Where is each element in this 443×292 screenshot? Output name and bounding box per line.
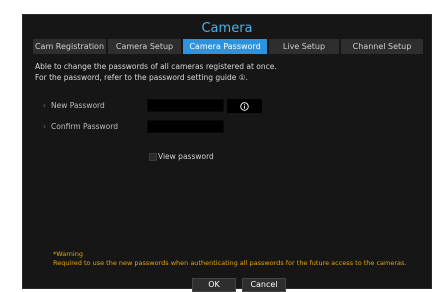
tab-camera-setup[interactable]: Camera Setup	[108, 39, 181, 54]
new-password-row-label: › New Password	[43, 101, 105, 110]
password-guide-button[interactable]	[227, 99, 262, 113]
cancel-button[interactable]: Cancel	[242, 278, 286, 292]
info-icon	[240, 101, 249, 111]
view-password-checkbox[interactable]	[149, 153, 157, 161]
warning-text: Required to use the new passwords when a…	[53, 259, 407, 267]
dialog-title: Camera	[201, 21, 253, 36]
warning-block: *Warning Required to use the new passwor…	[53, 250, 423, 268]
tab-cam-registration[interactable]: Cam Registration	[33, 39, 106, 54]
confirm-password-label: Confirm Password	[51, 122, 118, 131]
bullet-icon: ›	[43, 122, 46, 131]
tab-channel-setup[interactable]: Channel Setup	[341, 39, 423, 54]
warning-title: *Warning	[53, 250, 83, 258]
tab-camera-password[interactable]: Camera Password	[183, 39, 267, 54]
tab-live-setup[interactable]: Live Setup	[269, 39, 339, 54]
new-password-label: New Password	[51, 101, 105, 110]
confirm-password-row-label: › Confirm Password	[43, 122, 118, 131]
new-password-input[interactable]	[147, 99, 224, 112]
description-line-2: For the password, refer to the password …	[35, 73, 248, 82]
description: Able to change the passwords of all came…	[35, 61, 277, 83]
ok-button[interactable]: OK	[192, 278, 236, 292]
bullet-icon: ›	[43, 101, 46, 110]
camera-dialog: Camera Cam Registration Camera Setup Cam…	[22, 14, 432, 292]
view-password-label: View password	[158, 152, 214, 161]
tab-bar: Cam Registration Camera Setup Camera Pas…	[33, 39, 423, 54]
confirm-password-input[interactable]	[147, 120, 224, 133]
description-line-1: Able to change the passwords of all came…	[35, 62, 277, 71]
